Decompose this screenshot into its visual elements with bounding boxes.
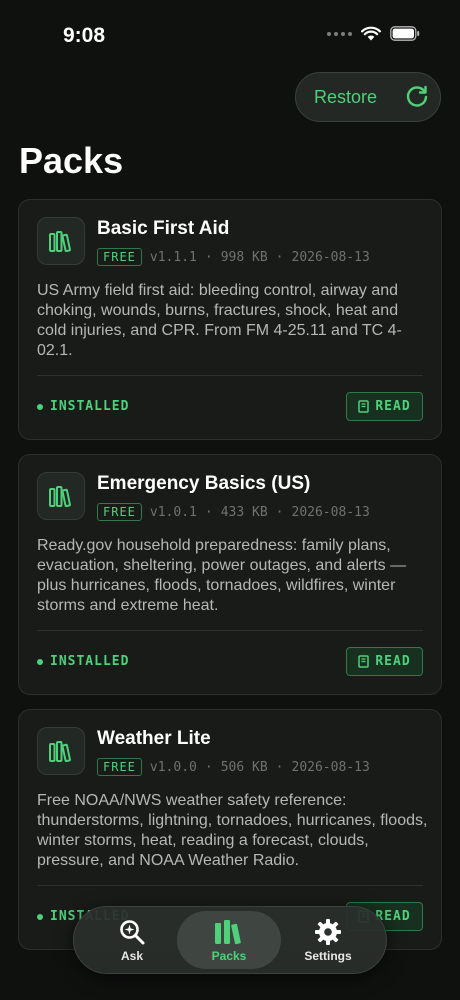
pack-icon <box>37 472 85 520</box>
divider <box>37 375 423 376</box>
free-badge: FREE <box>97 503 142 521</box>
page-title: Packs <box>19 140 124 181</box>
meta-separator: · <box>275 249 284 265</box>
tab-settings-label: Settings <box>304 948 352 963</box>
pack-date: 2026-08-13 <box>291 759 370 775</box>
tab-packs[interactable]: Packs <box>177 911 281 969</box>
tab-ask[interactable]: Ask <box>80 911 184 969</box>
gear-icon <box>315 918 341 945</box>
wifi-icon <box>361 26 381 41</box>
pack-card-emergency-basics: Emergency Basics (US) FREE v1.0.1 · 433 … <box>18 454 442 695</box>
pack-version: v1.0.1 <box>149 504 197 520</box>
books-icon <box>49 486 71 508</box>
meta-separator: · <box>275 759 284 775</box>
pack-size: 433 KB <box>220 504 268 520</box>
restore-label: Restore <box>314 86 378 107</box>
tab-packs-label: Packs <box>211 948 247 963</box>
pack-meta: FREE v1.0.0 · 506 KB · 2026-08-13 <box>97 758 370 776</box>
free-badge: FREE <box>97 248 142 266</box>
meta-separator: · <box>204 504 213 520</box>
pack-card-basic-first-aid: Basic First Aid FREE v1.1.1 · 998 KB · 2… <box>18 199 442 440</box>
free-badge: FREE <box>97 758 142 776</box>
read-label: READ <box>375 654 411 669</box>
installed-label: INSTALLED <box>50 399 130 414</box>
cellular-signal-icon <box>327 31 352 36</box>
magnifier-sparkle-icon <box>120 919 145 944</box>
pack-size: 506 KB <box>220 759 268 775</box>
pack-version: v1.0.0 <box>149 759 197 775</box>
pack-title: Weather Lite <box>97 728 211 749</box>
tab-settings[interactable]: Settings <box>276 911 380 969</box>
pack-icon <box>37 727 85 775</box>
status-dot-icon <box>37 658 43 665</box>
status-time: 9:08 <box>63 24 106 47</box>
restore-button[interactable]: Restore <box>295 72 441 122</box>
books-icon <box>49 231 71 253</box>
installed-status: INSTALLED <box>37 654 129 669</box>
pack-description: Free NOAA/NWS weather safety reference: … <box>37 792 428 869</box>
pack-meta: FREE v1.0.1 · 433 KB · 2026-08-13 <box>97 503 370 521</box>
status-dot-icon <box>37 403 43 410</box>
meta-separator: · <box>275 504 284 520</box>
pack-size: 998 KB <box>220 249 268 265</box>
pack-date: 2026-08-13 <box>291 249 370 265</box>
read-button[interactable]: READ <box>346 392 423 421</box>
battery-icon <box>390 26 420 41</box>
meta-separator: · <box>204 759 213 775</box>
read-label: READ <box>375 399 411 414</box>
tab-ask-label: Ask <box>120 948 143 963</box>
read-button[interactable]: READ <box>346 647 423 676</box>
tab-bar: Ask Packs Settings <box>73 906 387 974</box>
divider <box>37 630 423 631</box>
book-icon <box>358 655 370 668</box>
pack-date: 2026-08-13 <box>291 504 370 520</box>
refresh-icon <box>406 85 428 107</box>
installed-status: INSTALLED <box>37 399 129 414</box>
divider <box>37 885 423 886</box>
meta-separator: · <box>204 249 213 265</box>
pack-title: Emergency Basics (US) <box>97 473 311 494</box>
status-icons <box>327 26 420 41</box>
pack-version: v1.1.1 <box>149 249 197 265</box>
pack-meta: FREE v1.1.1 · 998 KB · 2026-08-13 <box>97 248 370 266</box>
status-dot-icon <box>37 913 43 920</box>
books-icon <box>215 919 241 944</box>
pack-icon <box>37 217 85 265</box>
installed-label: INSTALLED <box>50 654 130 669</box>
status-bar: 9:08 <box>0 0 460 70</box>
pack-description: Ready.gov household preparedness: family… <box>37 537 407 614</box>
pack-title: Basic First Aid <box>97 218 230 239</box>
pack-description: US Army field first aid: bleeding contro… <box>37 282 402 359</box>
book-icon <box>358 400 370 413</box>
books-icon <box>49 741 71 763</box>
